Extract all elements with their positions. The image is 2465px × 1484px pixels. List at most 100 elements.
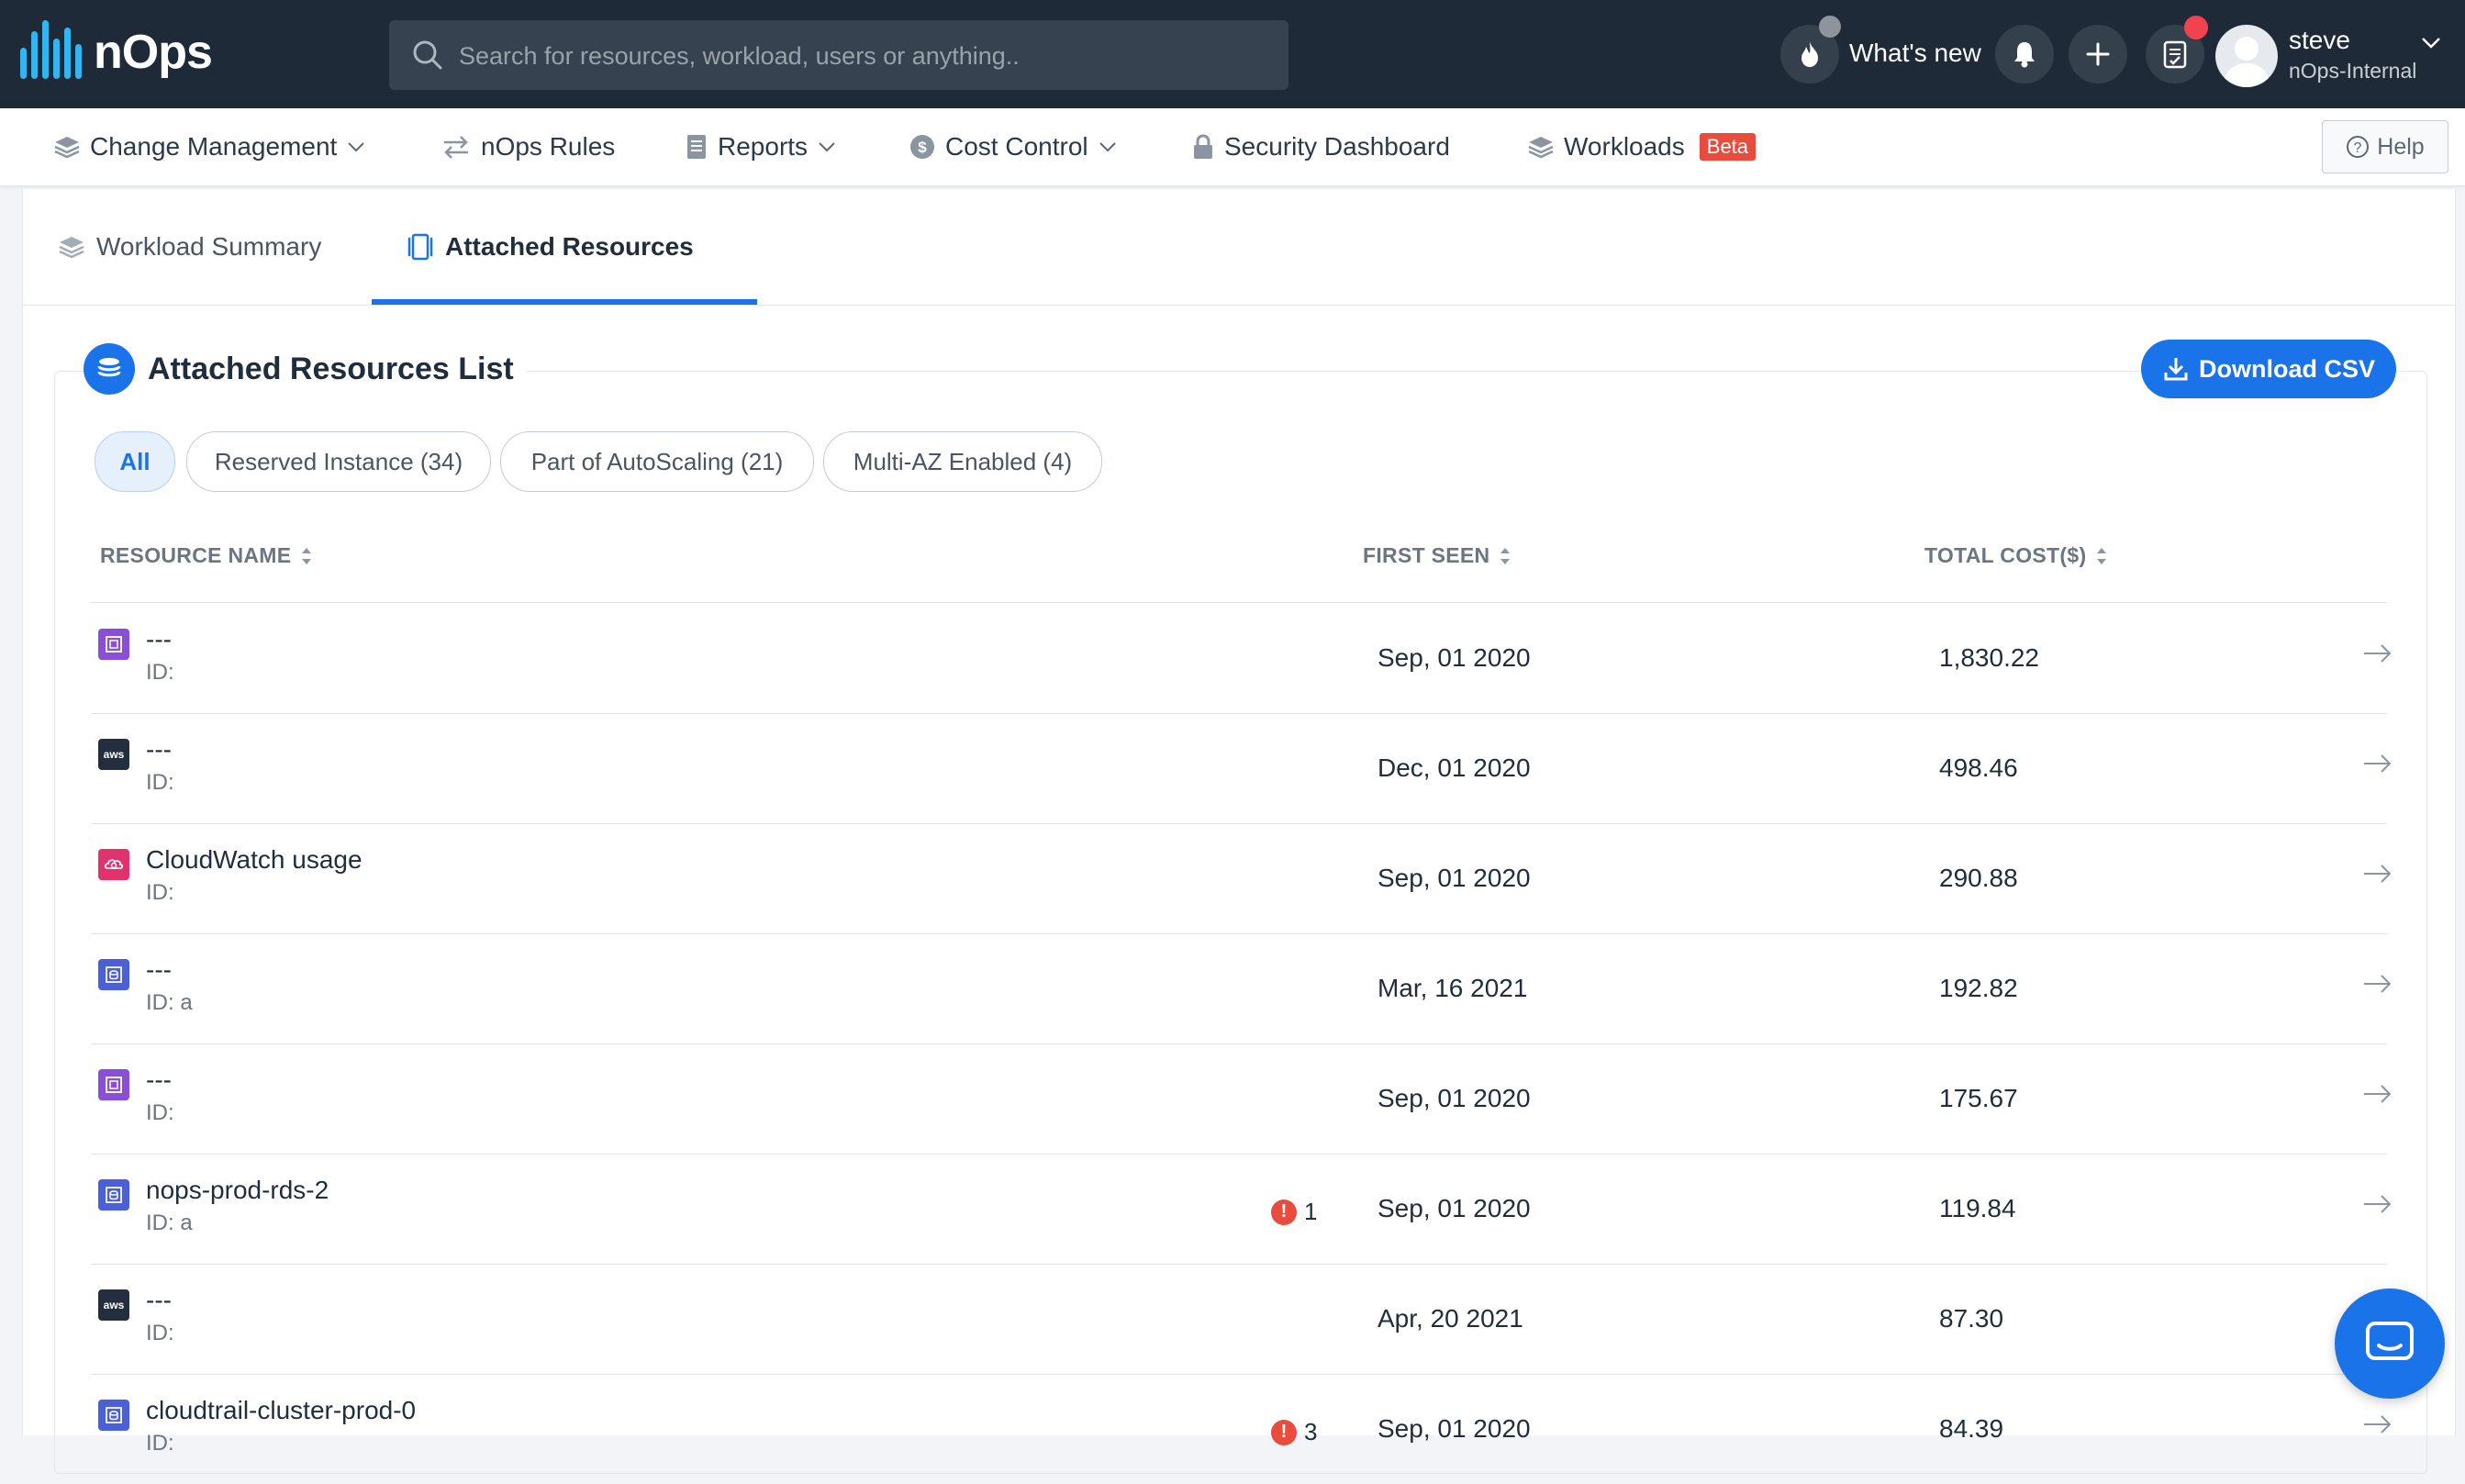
first-seen: Sep, 01 2020 — [1378, 643, 1531, 672]
total-cost: 1,830.22 — [1939, 643, 2039, 672]
arrow-right-icon[interactable] — [2361, 1190, 2394, 1218]
aws-icon: aws — [98, 739, 129, 770]
arrow-right-icon[interactable] — [2361, 750, 2394, 777]
resource-name[interactable]: --- — [146, 625, 172, 654]
download-csv-button[interactable]: Download CSV — [2141, 340, 2396, 398]
nav-workloads[interactable]: Workloads Beta — [1527, 108, 1757, 185]
avatar[interactable] — [2215, 25, 2278, 87]
nav-cost-control[interactable]: $ Cost Control — [909, 108, 1118, 185]
sort-icon — [302, 547, 312, 564]
column-label: FIRST SEEN — [1363, 543, 1490, 567]
table-row[interactable]: CloudWatch usage ID: Sep, 01 2020 290.88 — [91, 823, 2392, 934]
search-icon — [413, 40, 442, 70]
violation-alert[interactable]: ! 3 — [1271, 1418, 1317, 1446]
column-label: TOTAL COST($) — [1924, 543, 2087, 567]
column-header-resource-name[interactable]: RESOURCE NAME — [100, 543, 313, 568]
help-button[interactable]: ? Help — [2322, 120, 2448, 173]
plus-icon — [2086, 42, 2110, 66]
resource-name[interactable]: --- — [146, 735, 172, 764]
chevron-down-icon[interactable] — [2419, 33, 2443, 51]
nav-label: Security Dashboard — [1224, 132, 1450, 161]
nav-change-management[interactable]: Change Management — [53, 108, 366, 185]
resource-id: ID: — [146, 660, 174, 685]
section-title: Attached Resources List — [148, 351, 514, 386]
resource-id: ID: — [146, 880, 174, 905]
download-csv-label: Download CSV — [2198, 354, 2375, 383]
column-header-first-seen[interactable]: FIRST SEEN — [1363, 543, 1511, 568]
column-header-total-cost[interactable]: TOTAL COST($) — [1924, 543, 2108, 568]
table-row[interactable]: aws --- ID: Apr, 20 2021 87.30 — [91, 1264, 2387, 1375]
logo-text: nOps — [94, 26, 213, 79]
resource-name[interactable]: cloudtrail-cluster-prod-0 — [146, 1396, 416, 1425]
resource-id: ID: — [146, 1431, 174, 1456]
alert-count: 3 — [1304, 1418, 1318, 1445]
table-row[interactable]: nops-prod-rds-2 ID: a ! 1 Sep, 01 2020 1… — [91, 1154, 2392, 1265]
sort-icon — [2097, 547, 2107, 564]
resource-id: ID: a — [146, 990, 193, 1015]
arrow-right-icon[interactable] — [2361, 1080, 2394, 1108]
whats-new-label[interactable]: What's new — [1849, 39, 1981, 68]
nops-logo[interactable]: nOps — [20, 20, 213, 84]
resource-name[interactable]: --- — [146, 1066, 172, 1095]
resource-id: ID: — [146, 1321, 174, 1345]
resource-name[interactable]: --- — [146, 955, 172, 985]
arrow-right-icon[interactable] — [2361, 640, 2394, 667]
column-label: RESOURCE NAME — [100, 543, 292, 567]
layers-icon — [54, 137, 80, 159]
user-org[interactable]: nOps-Internal — [2289, 59, 2416, 84]
alert-icon: ! — [1271, 1419, 1297, 1445]
clipboard-check-icon — [2163, 40, 2187, 69]
resource-name[interactable]: --- — [146, 1286, 172, 1315]
chat-launcher-button[interactable] — [2335, 1289, 2445, 1399]
tab-label: Attached Resources — [445, 232, 694, 261]
filter-chip-autoscaling[interactable]: Part of AutoScaling (21) — [500, 431, 814, 492]
help-label: Help — [2377, 133, 2425, 160]
chip-label: Multi-AZ Enabled (4) — [853, 447, 1073, 475]
table-row[interactable]: cloudtrail-cluster-prod-0 ID: ! 3 Sep, 0… — [91, 1374, 2392, 1484]
table-row[interactable]: --- ID: a Mar, 16 2021 192.82 — [91, 933, 2392, 1044]
table-row[interactable]: --- ID: Sep, 01 2020 1,830.22 — [91, 603, 2392, 714]
table-row[interactable]: aws --- ID: Dec, 01 2020 498.46 — [91, 713, 2392, 824]
search-input[interactable] — [457, 20, 1268, 92]
filter-chip-all[interactable]: All — [95, 431, 175, 492]
aws-icon: aws — [98, 1289, 129, 1321]
violation-alert[interactable]: ! 1 — [1271, 1198, 1317, 1226]
user-silhouette-icon — [2223, 37, 2270, 87]
tab-workload-summary[interactable]: Workload Summary — [58, 189, 321, 305]
rds-icon — [98, 1179, 129, 1211]
sort-icon — [1500, 547, 1511, 564]
resource-name[interactable]: nops-prod-rds-2 — [146, 1176, 329, 1205]
database-layers-icon — [84, 343, 135, 395]
tasks-button[interactable] — [2146, 16, 2208, 84]
user-name[interactable]: steve — [2289, 26, 2350, 55]
global-search[interactable] — [389, 20, 1288, 92]
nav-security-dashboard[interactable]: Security Dashboard — [1191, 108, 1450, 185]
nav-label: Cost Control — [945, 132, 1088, 161]
arrow-right-icon[interactable] — [2361, 860, 2394, 887]
beta-badge: Beta — [1699, 133, 1757, 161]
first-seen: Apr, 20 2021 — [1378, 1304, 1523, 1333]
filter-chip-multi-az[interactable]: Multi-AZ Enabled (4) — [823, 431, 1102, 492]
resource-id: ID: a — [146, 1211, 193, 1235]
add-button[interactable] — [2069, 25, 2127, 84]
nav-reports[interactable]: Reports — [685, 108, 837, 185]
table-row[interactable]: --- ID: Sep, 01 2020 175.67 — [91, 1043, 2392, 1155]
notifications-button[interactable] — [1995, 25, 2054, 84]
flame-icon — [1801, 41, 1818, 67]
purple-service-icon — [98, 629, 129, 660]
filter-chip-reserved-instance[interactable]: Reserved Instance (34) — [186, 431, 491, 492]
workload-tabs: Workload Summary Attached Resources — [23, 189, 2455, 306]
report-icon — [687, 135, 706, 159]
tab-attached-resources[interactable]: Attached Resources — [407, 189, 694, 305]
first-seen: Dec, 01 2020 — [1378, 753, 1531, 782]
arrow-right-icon[interactable] — [2361, 1411, 2394, 1438]
resource-id: ID: — [146, 770, 174, 795]
nav-nops-rules[interactable]: nOps Rules — [441, 108, 615, 185]
total-cost: 87.30 — [1939, 1304, 2004, 1333]
arrow-right-icon[interactable] — [2361, 970, 2394, 998]
question-circle-icon: ? — [2347, 136, 2370, 158]
resource-name[interactable]: CloudWatch usage — [146, 845, 362, 875]
whats-new-button[interactable] — [1780, 16, 1841, 84]
chevron-down-icon — [1099, 142, 1116, 152]
bell-icon — [2014, 42, 2035, 68]
